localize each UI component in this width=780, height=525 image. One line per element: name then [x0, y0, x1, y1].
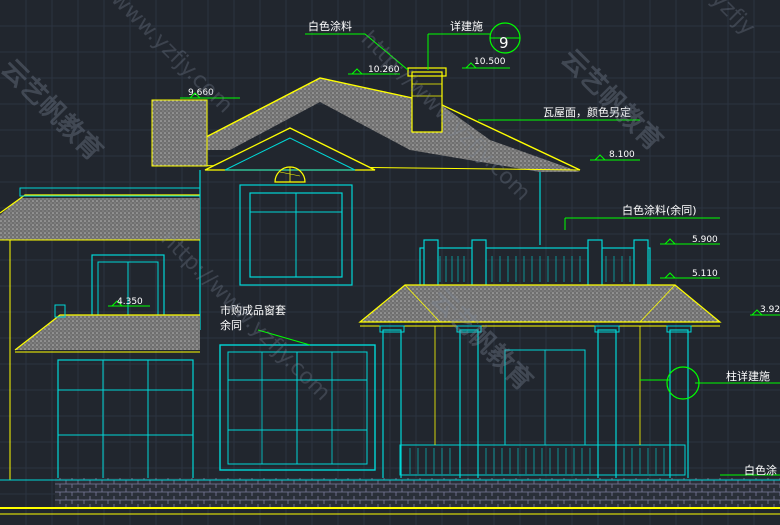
level-10500: 10.500: [474, 57, 506, 67]
level-4350: 4.350: [117, 297, 143, 307]
svg-text:云艺帆教育: 云艺帆教育: [0, 53, 109, 167]
porch-columns: [379, 325, 692, 481]
level-5900: 5.900: [692, 235, 718, 245]
svg-text:yzfjy: yzfjy: [706, 0, 760, 41]
note-column-detail: 柱详建施: [726, 369, 770, 383]
plinth: [0, 478, 780, 515]
column-callout-circle[interactable]: [666, 366, 700, 400]
cad-drawing-canvas[interactable]: 白色涂料 详建施 9 瓦屋面，颜色另定 白色涂料(余同) 市购成品窗套 余同 柱…: [0, 0, 780, 525]
level-8100: 8.100: [609, 150, 635, 160]
detail-number: 9: [499, 34, 509, 52]
level-392: 3.92: [760, 305, 780, 315]
balcony: [419, 239, 651, 287]
note-detail-ref: 详建施: [450, 19, 483, 33]
porch-roof: [358, 284, 722, 327]
level-5110: 5.110: [692, 269, 718, 279]
note-white-paint-rest: 白色涂料(余同): [622, 203, 697, 217]
note-white-paint-right: 白色涂: [744, 463, 777, 477]
note-white-paint-top: 白色涂料: [308, 19, 352, 33]
